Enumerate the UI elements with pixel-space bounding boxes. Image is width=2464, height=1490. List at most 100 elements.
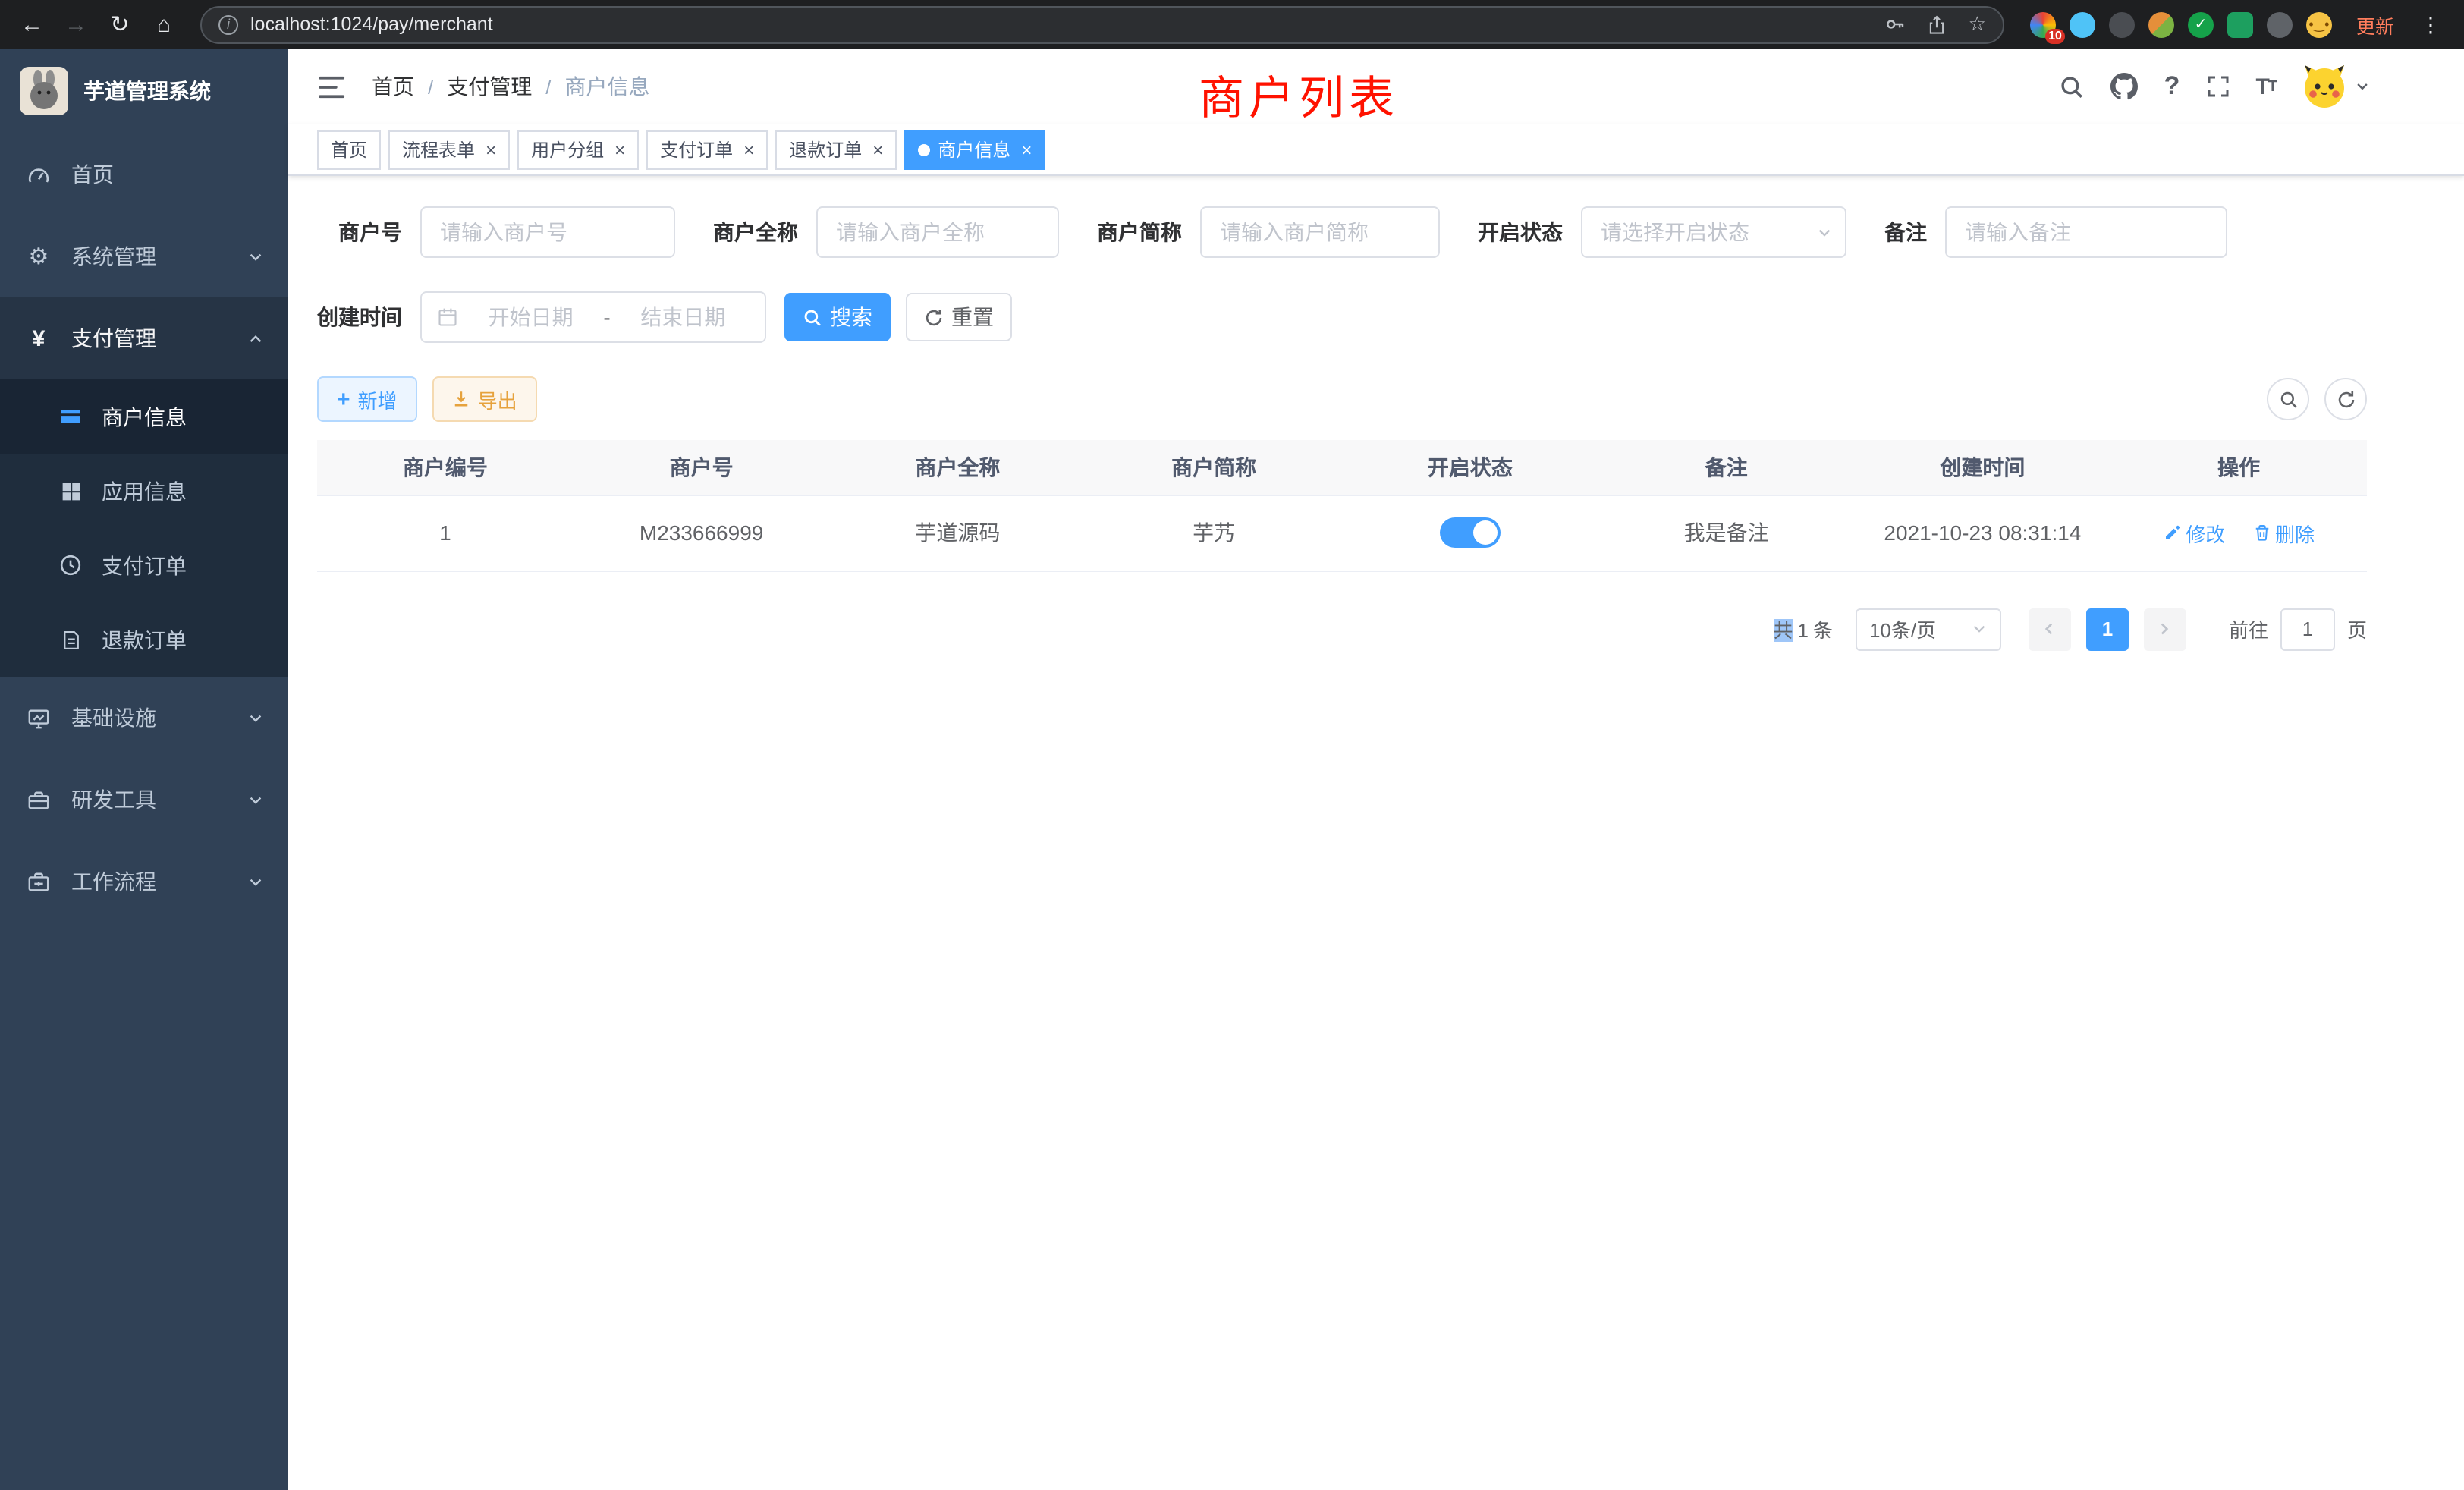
sidebar-item-label: 应用信息 xyxy=(102,476,187,506)
help-icon[interactable]: ? xyxy=(2164,71,2180,102)
credit-card-icon xyxy=(58,405,83,428)
add-button[interactable]: + 新增 xyxy=(317,376,417,422)
page-number-button[interactable]: 1 xyxy=(2086,608,2129,650)
user-avatar-menu[interactable] xyxy=(2302,64,2370,109)
page-info-icon[interactable]: i xyxy=(218,14,238,34)
password-key-icon[interactable] xyxy=(1885,14,1906,35)
column-header: 操作 xyxy=(2110,440,2367,495)
column-header: 商户简称 xyxy=(1086,440,1342,495)
github-icon[interactable] xyxy=(2111,73,2139,100)
browser-forward-icon[interactable]: → xyxy=(59,11,93,37)
merchant-table: 商户编号 商户号 商户全称 商户简称 开启状态 备注 创建时间 操作 1 xyxy=(317,440,2367,571)
close-icon[interactable]: × xyxy=(614,140,625,159)
breadcrumb-section[interactable]: 支付管理 xyxy=(447,71,532,102)
sidebar-item-dev-tools[interactable]: 研发工具 xyxy=(0,759,288,841)
prev-page-button[interactable] xyxy=(2029,608,2071,650)
sidebar-item-home[interactable]: 首页 xyxy=(0,134,288,215)
delete-link[interactable]: 删除 xyxy=(2252,518,2315,547)
extension-icon-palette[interactable]: 10 xyxy=(2030,11,2056,37)
cell-remark: 我是备注 xyxy=(1598,495,1855,571)
tab-label: 首页 xyxy=(331,137,367,162)
sidebar-item-pay-order[interactable]: 支付订单 xyxy=(0,528,288,602)
sidebar-item-label: 支付订单 xyxy=(102,550,187,580)
table-toolbar: + 新增 导出 xyxy=(317,376,2367,422)
browser-update-button[interactable]: 更新 xyxy=(2356,10,2394,39)
extension-icon-dark[interactable] xyxy=(2109,11,2135,37)
toolbar-right xyxy=(2267,378,2367,420)
total-suffix: 条 xyxy=(1813,619,1833,642)
url-text: localhost:1024/pay/merchant xyxy=(250,14,1864,35)
tab-home[interactable]: 首页 xyxy=(317,130,381,169)
header-search-icon[interactable] xyxy=(2060,74,2085,99)
date-start-placeholder[interactable]: 开始日期 xyxy=(464,302,597,332)
download-icon xyxy=(452,390,470,408)
browser-menu-icon[interactable]: ⋮ xyxy=(2412,11,2449,37)
breadcrumb-separator: / xyxy=(428,75,433,98)
close-icon[interactable]: × xyxy=(872,140,883,159)
pagination: 共1条 10条/页 1 前往 xyxy=(317,608,2367,650)
remark-input[interactable] xyxy=(1945,206,2227,258)
reset-button-label: 重置 xyxy=(951,302,994,332)
pagination-goto: 前往 页 xyxy=(2229,608,2367,650)
status-select[interactable]: 请选择开启状态 xyxy=(1581,206,1846,258)
filter-row-2: 创建时间 开始日期 - 结束日期 搜索 xyxy=(317,291,2367,343)
date-end-placeholder[interactable]: 结束日期 xyxy=(617,302,750,332)
browser-back-icon[interactable]: ← xyxy=(15,11,49,37)
tab-user-group[interactable]: 用户分组 × xyxy=(517,130,639,169)
next-page-button[interactable] xyxy=(2144,608,2186,650)
extension-icon-grammar[interactable]: ✓ xyxy=(2188,11,2214,37)
sidebar-item-label: 支付管理 xyxy=(71,323,156,354)
create-time-label: 创建时间 xyxy=(317,302,420,332)
sidebar-item-payment[interactable]: ¥ 支付管理 xyxy=(0,297,288,379)
refresh-table-icon-button[interactable] xyxy=(2324,378,2367,420)
tab-process-form[interactable]: 流程表单 × xyxy=(388,130,510,169)
sidebar-item-infrastructure[interactable]: 基础设施 xyxy=(0,677,288,759)
sidebar-item-label: 退款订单 xyxy=(102,624,187,655)
export-button[interactable]: 导出 xyxy=(432,376,537,422)
extension-icon-sheet[interactable] xyxy=(2227,11,2253,37)
reset-button[interactable]: 重置 xyxy=(906,293,1012,341)
extension-icon-drop[interactable] xyxy=(2070,11,2095,37)
search-button[interactable]: 搜索 xyxy=(784,293,891,341)
date-range-picker[interactable]: 开始日期 - 结束日期 xyxy=(420,291,766,343)
browser-home-icon[interactable]: ⌂ xyxy=(147,11,181,37)
page-unit-label: 页 xyxy=(2347,615,2367,643)
tab-merchant-info[interactable]: 商户信息 × xyxy=(904,130,1045,169)
merchant-no-input[interactable] xyxy=(420,206,675,258)
chevron-left-icon xyxy=(2041,621,2058,637)
address-bar[interactable]: i localhost:1024/pay/merchant ☆ xyxy=(200,5,2004,43)
navbar-actions: ? TT xyxy=(2060,64,2464,109)
browser-reload-icon[interactable]: ↻ xyxy=(103,11,137,38)
sidebar-item-refund-order[interactable]: 退款订单 xyxy=(0,602,288,677)
fullscreen-icon[interactable] xyxy=(2205,74,2230,99)
tab-refund-order[interactable]: 退款订单 × xyxy=(775,130,897,169)
close-icon[interactable]: × xyxy=(743,140,754,159)
chevron-right-icon xyxy=(2157,621,2173,637)
status-toggle[interactable] xyxy=(1440,517,1501,548)
logo-avatar xyxy=(20,67,68,115)
sidebar-logo[interactable]: 芋道管理系统 xyxy=(0,49,288,134)
extension-icon-pin[interactable] xyxy=(2267,11,2293,37)
sidebar-item-merchant-info[interactable]: 商户信息 xyxy=(0,379,288,454)
close-icon[interactable]: × xyxy=(486,140,496,159)
goto-page-input[interactable] xyxy=(2280,608,2335,650)
tab-label: 用户分组 xyxy=(531,137,604,162)
bookmark-star-icon[interactable]: ☆ xyxy=(1969,12,1986,36)
font-size-icon[interactable]: TT xyxy=(2255,74,2276,99)
extension-icon-avatar[interactable] xyxy=(2148,11,2174,37)
breadcrumb-home[interactable]: 首页 xyxy=(372,71,414,102)
extension-icon-emoji[interactable]: •‿• xyxy=(2306,11,2332,37)
sidebar-item-workflow[interactable]: 工作流程 xyxy=(0,841,288,923)
toggle-search-icon-button[interactable] xyxy=(2267,378,2309,420)
share-icon[interactable] xyxy=(1928,14,1947,34)
sidebar-item-system[interactable]: ⚙ 系统管理 xyxy=(0,215,288,297)
tab-pay-order[interactable]: 支付订单 × xyxy=(646,130,768,169)
page-size-select[interactable]: 10条/页 xyxy=(1856,608,2001,650)
short-name-input[interactable] xyxy=(1200,206,1440,258)
close-icon[interactable]: × xyxy=(1021,140,1032,159)
edit-link[interactable]: 修改 xyxy=(2163,518,2225,547)
sidebar-item-app-info[interactable]: 应用信息 xyxy=(0,454,288,528)
full-name-input[interactable] xyxy=(816,206,1059,258)
grid-icon xyxy=(58,480,83,501)
hamburger-icon[interactable] xyxy=(310,74,357,99)
